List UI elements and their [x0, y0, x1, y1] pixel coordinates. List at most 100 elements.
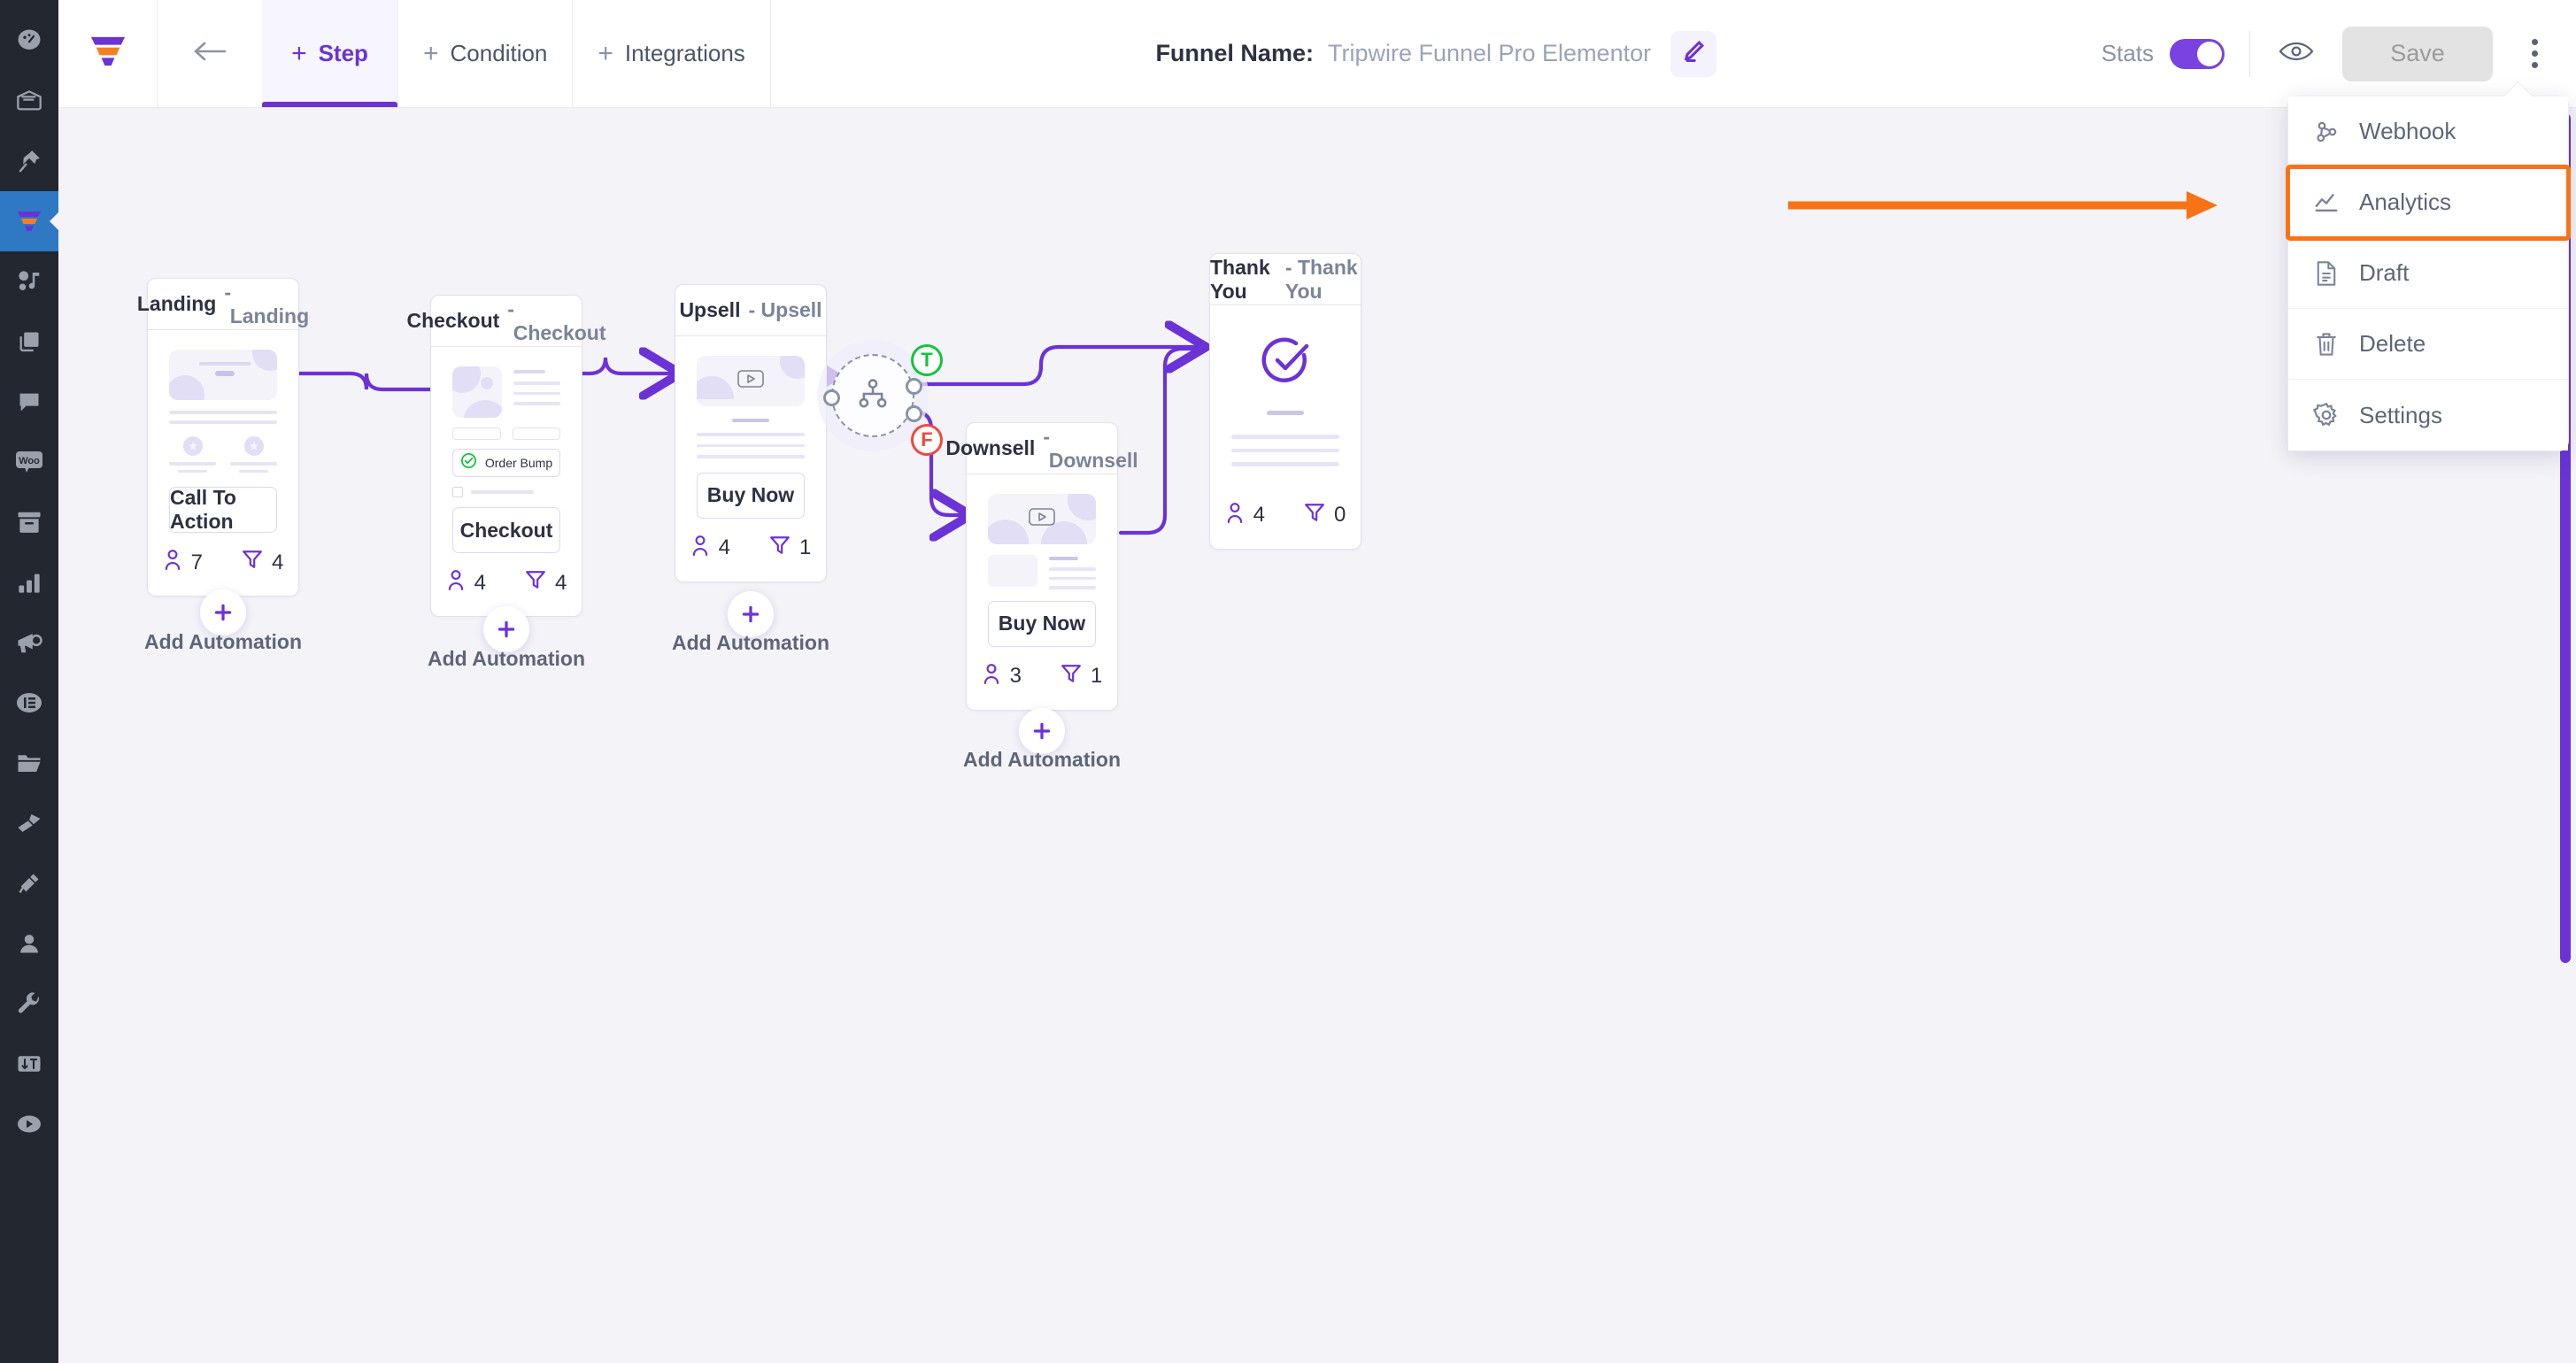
- plus-icon: +: [291, 38, 307, 68]
- conversions-stat: 1: [1041, 663, 1122, 690]
- add-automation-label[interactable]: Add Automation: [963, 748, 1121, 772]
- contacts-stat: 3: [962, 663, 1041, 690]
- rail-item-tools[interactable]: [0, 974, 58, 1034]
- menu-item-settings[interactable]: Settings: [2288, 380, 2568, 450]
- rail-item-elementor[interactable]: [0, 673, 58, 733]
- toolbar-divider: [2249, 30, 2250, 77]
- more-options-button[interactable]: [2509, 27, 2560, 81]
- checkout-cta-button[interactable]: Checkout: [452, 507, 560, 553]
- funnel-condition-node[interactable]: T F: [823, 344, 943, 456]
- menu-item-draft[interactable]: Draft: [2288, 238, 2568, 309]
- funnel-filter-icon: [242, 549, 263, 576]
- save-button[interactable]: Save: [2342, 26, 2493, 81]
- condition-true-port[interactable]: [906, 378, 922, 395]
- add-step-button[interactable]: [200, 589, 246, 635]
- funnel-logo-icon: [85, 29, 131, 78]
- contact-person-icon: [982, 663, 1001, 690]
- tab-condition[interactable]: + Condition: [398, 0, 574, 107]
- more-vertical-icon: [2531, 39, 2538, 45]
- rail-item-chat[interactable]: [0, 372, 58, 432]
- conversions-count: 4: [272, 550, 284, 574]
- node-preview: [1210, 305, 1361, 466]
- media-icon: [16, 268, 42, 295]
- menu-item-analytics[interactable]: Analytics: [2286, 165, 2571, 241]
- menu-item-label: Webhook: [2359, 118, 2456, 144]
- document-icon: [2311, 260, 2341, 287]
- contact-person-icon: [1225, 502, 1245, 529]
- rail-item-pin[interactable]: [0, 131, 58, 191]
- webhook-icon: [2311, 119, 2341, 145]
- menu-item-webhook[interactable]: Webhook: [2288, 96, 2568, 167]
- upsell-cta-button[interactable]: Buy Now: [697, 472, 805, 519]
- condition-false-port[interactable]: [906, 405, 922, 422]
- node-title: Downsell: [945, 436, 1036, 459]
- preview-button[interactable]: [2275, 33, 2318, 75]
- tab-step[interactable]: + Step: [262, 0, 398, 107]
- node-card[interactable]: Downsell - Downsell Buy Now 3 1: [945, 422, 1138, 711]
- checkout-image-mock: [452, 366, 502, 418]
- rail-item-media[interactable]: [0, 251, 58, 312]
- rail-item-campaigns[interactable]: [0, 612, 58, 673]
- terms-checkbox[interactable]: [452, 487, 463, 497]
- rail-item-reports[interactable]: [0, 552, 58, 612]
- rail-item-integrations[interactable]: [0, 853, 58, 913]
- edit-funnel-name-button[interactable]: [1670, 30, 1717, 77]
- order-bump-row[interactable]: Order Bump: [452, 449, 560, 477]
- conversions-stat: 4: [505, 569, 586, 597]
- rail-item-woo[interactable]: Woo: [0, 432, 58, 492]
- node-card[interactable]: Checkout - Checkout Order Bump Checkout …: [407, 295, 606, 617]
- order-bump-label: Order Bump: [484, 456, 553, 470]
- funnel-filter-icon: [525, 569, 546, 597]
- add-step-button[interactable]: [483, 606, 529, 652]
- elementor-icon: [15, 690, 43, 715]
- node-card[interactable]: Landing - Landing Call To Action 7 4: [137, 278, 309, 597]
- contact-person-icon: [446, 569, 466, 597]
- rail-item-archive[interactable]: [0, 492, 58, 552]
- funnel-node-downsell[interactable]: Downsell - Downsell Buy Now 3 1 Add Auto…: [945, 422, 1138, 771]
- rail-item-funnel[interactable]: [0, 191, 58, 251]
- add-automation-label[interactable]: Add Automation: [144, 630, 302, 654]
- archive-box-icon: [16, 510, 42, 535]
- node-header: Thank You - Thank You: [1210, 254, 1361, 305]
- funnel-icon: [14, 206, 44, 236]
- contacts-stat: 4: [1206, 502, 1284, 529]
- contacts-count: 7: [190, 550, 203, 574]
- funnel-node-upsell[interactable]: Upsell - Upsell Buy Now 4 1 Add Automati…: [672, 284, 829, 654]
- rail-item-design[interactable]: [0, 793, 58, 853]
- add-automation-label[interactable]: Add Automation: [428, 647, 585, 671]
- back-button[interactable]: [158, 0, 262, 107]
- trash-icon: [2311, 331, 2341, 358]
- conversions-count: 1: [799, 535, 812, 559]
- condition-input-port[interactable]: [823, 389, 840, 406]
- funnel-name-value: Tripwire Funnel Pro Elementor: [1327, 40, 1652, 66]
- node-title: Landing: [136, 292, 217, 315]
- rail-item-library[interactable]: [0, 733, 58, 793]
- tab-integrations[interactable]: + Integrations: [573, 0, 771, 107]
- node-stats: 7 4: [148, 533, 298, 596]
- copy-pages-icon: [17, 329, 42, 354]
- rail-item-email[interactable]: [0, 71, 58, 131]
- funnel-node-checkout[interactable]: Checkout - Checkout Order Bump Checkout …: [407, 295, 606, 670]
- node-card[interactable]: Upsell - Upsell Buy Now 4 1: [675, 284, 827, 582]
- rail-item-ab-test[interactable]: [0, 1034, 58, 1094]
- funnel-canvas[interactable]: Landing - Landing Call To Action 7 4 Add…: [58, 108, 2576, 1363]
- rail-item-contacts[interactable]: [0, 913, 58, 974]
- plus-icon: +: [598, 38, 613, 68]
- rail-item-dashboard[interactable]: [0, 11, 58, 71]
- landing-cta-button[interactable]: Call To Action: [169, 486, 277, 533]
- node-stats: 4 1: [675, 519, 826, 581]
- funnel-node-landing[interactable]: Landing - Landing Call To Action 7 4 Add…: [137, 278, 309, 653]
- funnel-node-thankyou[interactable]: Thank You - Thank You 4 0: [1209, 253, 1361, 550]
- add-automation-label[interactable]: Add Automation: [672, 631, 829, 655]
- downsell-cta-button[interactable]: Buy Now: [988, 600, 1096, 647]
- stats-toggle[interactable]: [2170, 38, 2225, 69]
- menu-item-delete[interactable]: Delete: [2288, 309, 2568, 380]
- node-card[interactable]: Thank You - Thank You 4 0: [1209, 253, 1361, 550]
- contacts-count: 4: [718, 535, 730, 559]
- condition-true-badge: T: [911, 344, 943, 376]
- rail-item-pages[interactable]: [0, 312, 58, 372]
- orange-pointer-arrow: [1788, 188, 2231, 227]
- tab-integrations-label: Integrations: [624, 40, 745, 66]
- rail-item-videos[interactable]: [0, 1094, 58, 1154]
- play-video-icon: [15, 1113, 43, 1136]
